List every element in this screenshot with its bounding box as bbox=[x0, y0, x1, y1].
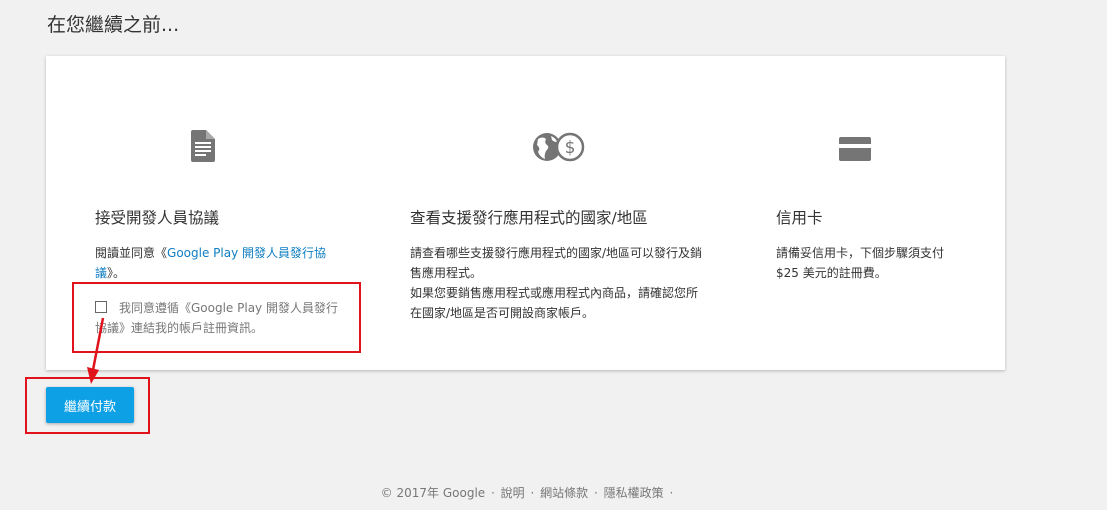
svg-text:$: $ bbox=[565, 138, 576, 158]
annotation-box-button bbox=[25, 377, 150, 434]
agreement-text-suffix: 》。 bbox=[107, 266, 126, 280]
credit-card-icon bbox=[839, 137, 871, 165]
footer-separator: · bbox=[594, 486, 598, 500]
agreement-description: 閱讀並同意《Google Play 開發人員發行協議》。 bbox=[95, 243, 343, 283]
footer-separator: · bbox=[491, 486, 495, 500]
heading-developer-agreement: 接受開發人員協議 bbox=[95, 209, 220, 227]
footer-link-terms[interactable]: 網站條款 bbox=[540, 486, 588, 500]
agreement-text-prefix: 閱讀並同意《 bbox=[95, 246, 168, 260]
countries-text-2: 如果您要銷售應用程式或應用程式內商品，請確認您所在國家/地區是否可開設商家帳戶。 bbox=[410, 286, 699, 320]
footer: © 2017年 Google · 說明 · 網站條款 · 隱私權政策 · bbox=[0, 484, 1054, 501]
heading-supported-countries: 查看支援發行應用程式的國家/地區 bbox=[410, 209, 648, 227]
page-title: 在您繼續之前... bbox=[47, 14, 180, 36]
footer-link-privacy[interactable]: 隱私權政策 bbox=[604, 486, 664, 500]
footer-link-help[interactable]: 說明 bbox=[501, 486, 525, 500]
annotation-box-checkbox bbox=[72, 282, 361, 353]
countries-text-1: 請查看哪些支援發行應用程式的國家/地區可以發行及銷售應用程式。 bbox=[410, 246, 703, 280]
footer-separator: · bbox=[669, 486, 674, 500]
footer-separator: · bbox=[530, 486, 535, 500]
credit-card-description: 請備妥信用卡，下個步驟須支付 $25 美元的註冊費。 bbox=[776, 246, 945, 280]
document-icon bbox=[191, 130, 215, 166]
heading-credit-card: 信用卡 bbox=[776, 209, 823, 227]
globe-dollar-icon: $ bbox=[532, 130, 586, 168]
footer-copyright: © 2017年 Google bbox=[380, 486, 486, 500]
countries-description: 請查看哪些支援發行應用程式的國家/地區可以發行及銷售應用程式。 如果您要銷售應用… bbox=[410, 243, 706, 323]
